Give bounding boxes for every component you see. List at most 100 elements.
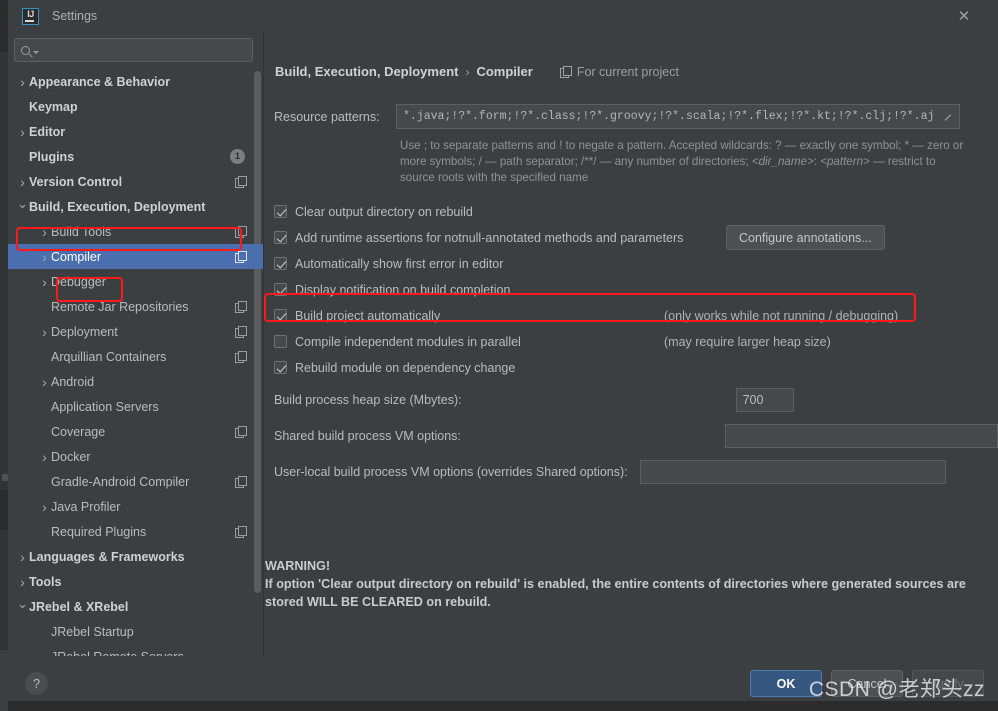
sidebar-item-languages-frameworks[interactable]: Languages & Frameworks (8, 544, 263, 569)
cancel-button[interactable]: Cancel (831, 670, 903, 697)
chevron-right-icon[interactable] (16, 125, 29, 139)
sidebar-item-keymap[interactable]: Keymap (8, 94, 263, 119)
checkbox-label: Compile independent modules in parallel (295, 334, 521, 349)
breadcrumb-separator: › (465, 64, 470, 79)
chevron-down-icon[interactable] (33, 50, 39, 54)
sidebar-item-java-profiler[interactable]: Java Profiler (8, 494, 263, 519)
chevron-right-icon[interactable] (38, 275, 51, 289)
checkbox-rebuild-module-on-dependency-change[interactable] (274, 361, 287, 375)
chevron-right-icon[interactable] (38, 225, 51, 239)
sidebar-item-build-execution-deployment[interactable]: Build, Execution, Deployment (8, 194, 263, 219)
dialog-titlebar: IJ Settings ✕ (8, 0, 998, 32)
checkbox-clear-output-directory-on-rebuild[interactable] (274, 205, 287, 219)
checkbox-display-notification-on-build-completion[interactable] (274, 283, 287, 297)
sidebar-item-label: JRebel & XRebel (29, 599, 129, 614)
sidebar-item-version-control[interactable]: Version Control (8, 169, 263, 194)
checkbox-row-rebuild-module-on-dependency-change[interactable]: Rebuild module on dependency change (274, 355, 998, 381)
chevron-right-icon[interactable] (16, 175, 29, 189)
warning-body: If option 'Clear output directory on reb… (265, 577, 966, 610)
sidebar-item-label: JRebel Startup (51, 624, 134, 639)
shared-vm-options-input[interactable] (731, 428, 991, 443)
sidebar-item-label: Java Profiler (51, 499, 121, 514)
sidebar-item-jrebel-xrebel[interactable]: JRebel & XRebel (8, 594, 263, 619)
sidebar-item-deployment[interactable]: Deployment (8, 319, 263, 344)
checkbox-row-automatically-show-first-error-in-editor[interactable]: Automatically show first error in editor (274, 251, 998, 277)
sidebar-item-label: Compiler (51, 249, 102, 264)
heap-size-field[interactable] (735, 387, 794, 412)
user-vm-options-field[interactable] (639, 459, 946, 484)
sidebar-item-label: Coverage (51, 424, 106, 439)
user-vm-options-input[interactable] (646, 464, 939, 479)
sidebar-item-label: Version Control (29, 174, 123, 189)
project-scope-icon (235, 301, 247, 313)
checkbox-build-project-automatically[interactable] (274, 309, 287, 323)
sidebar-item-label: Keymap (29, 99, 78, 114)
sidebar-item-compiler[interactable]: Compiler (8, 244, 263, 269)
chevron-right-icon[interactable] (38, 375, 51, 389)
warning-message: WARNING! If option 'Clear output directo… (265, 558, 973, 612)
breadcrumb-leaf: Compiler (476, 64, 533, 79)
checkbox-label: Rebuild module on dependency change (295, 360, 516, 375)
checkbox-add-runtime-assertions-for-notnull-annotated-methods-and-parameters[interactable] (274, 231, 287, 245)
ok-button[interactable]: OK (750, 670, 822, 697)
sidebar-item-required-plugins[interactable]: Required Plugins (8, 519, 263, 544)
checkbox-row-compile-independent-modules-in-parallel[interactable]: Compile independent modules in parallel (… (274, 329, 998, 355)
close-icon[interactable]: ✕ (942, 0, 986, 32)
checkbox-row-display-notification-on-build-completion[interactable]: Display notification on build completion (274, 277, 998, 303)
user-vm-options-label: User-local build process VM options (ove… (274, 464, 628, 479)
sidebar-item-build-tools[interactable]: Build Tools (8, 219, 263, 244)
sidebar-item-coverage[interactable]: Coverage (8, 419, 263, 444)
heap-size-input[interactable] (742, 392, 787, 407)
sidebar-item-application-servers[interactable]: Application Servers (8, 394, 263, 419)
sidebar-item-android[interactable]: Android (8, 369, 263, 394)
chevron-right-icon[interactable] (16, 575, 29, 589)
sidebar-item-plugins[interactable]: Plugins 1 (8, 144, 263, 169)
chevron-right-icon[interactable] (38, 325, 51, 339)
settings-content-pane: Build, Execution, Deployment › Compiler … (263, 32, 998, 656)
sidebar-item-appearance-behavior[interactable]: Appearance & Behavior (8, 69, 263, 94)
sidebar-item-label: Arquillian Containers (51, 349, 167, 364)
screen-root: IJ Settings ✕ Appearance & Beh (0, 0, 998, 711)
project-scope-icon (235, 426, 247, 438)
checkbox-label: Clear output directory on rebuild (295, 204, 473, 219)
sidebar-item-arquillian-containers[interactable]: Arquillian Containers (8, 344, 263, 369)
checkbox-row-build-project-automatically[interactable]: Build project automatically (only works w… (274, 303, 998, 329)
checkbox-compile-independent-modules-in-parallel[interactable] (274, 335, 287, 349)
project-scope-icon (235, 476, 247, 488)
checkbox-row-add-runtime-assertions-for-notnull-annotated-methods-and-parameters[interactable]: Add runtime assertions for notnull-annot… (274, 225, 998, 251)
compiler-options-list: Clear output directory on rebuild Add run… (274, 199, 998, 381)
chevron-right-icon[interactable] (38, 250, 51, 264)
checkbox-automatically-show-first-error-in-editor[interactable] (274, 257, 287, 271)
search-input[interactable] (44, 43, 246, 57)
help-button[interactable]: ? (25, 672, 48, 695)
apply-button: Apply (912, 670, 984, 697)
project-scope-indicator: For current project (559, 65, 679, 79)
settings-tree[interactable]: Appearance & Behavior Keymap Editor Plugins… (8, 67, 263, 656)
sidebar-item-jrebel-startup[interactable]: JRebel Startup (8, 619, 263, 644)
sidebar-item-docker[interactable]: Docker (8, 444, 263, 469)
sidebar-item-remote-jar-repositories[interactable]: Remote Jar Repositories (8, 294, 263, 319)
chevron-down-icon[interactable] (16, 600, 29, 613)
resource-patterns-input[interactable] (403, 110, 938, 123)
shared-vm-options-field[interactable] (724, 423, 998, 448)
sidebar-item-editor[interactable]: Editor (8, 119, 263, 144)
warning-title: WARNING! (265, 559, 331, 574)
sidebar-item-jrebel-remote-servers[interactable]: JRebel Remote Servers (8, 644, 263, 657)
resource-patterns-row: Resource patterns: (274, 104, 998, 129)
search-box[interactable] (14, 38, 253, 62)
sidebar-item-gradle-android-compiler[interactable]: Gradle-Android Compiler (8, 469, 263, 494)
chevron-right-icon[interactable] (16, 75, 29, 89)
chevron-right-icon[interactable] (38, 500, 51, 514)
sidebar-item-debugger[interactable]: Debugger (8, 269, 263, 294)
chevron-right-icon[interactable] (16, 550, 29, 564)
expand-icon[interactable] (941, 110, 955, 124)
resource-patterns-hint: Use ; to separate patterns and ! to nega… (400, 138, 965, 186)
configure-annotations-button[interactable]: Configure annotations... (726, 225, 885, 251)
heap-size-label: Build process heap size (Mbytes): (274, 392, 462, 407)
resource-patterns-field[interactable] (396, 104, 960, 129)
sidebar-item-label: Tools (29, 574, 62, 589)
chevron-down-icon[interactable] (16, 200, 29, 213)
sidebar-item-tools[interactable]: Tools (8, 569, 263, 594)
checkbox-row-clear-output-directory-on-rebuild[interactable]: Clear output directory on rebuild (274, 199, 998, 225)
chevron-right-icon[interactable] (38, 450, 51, 464)
